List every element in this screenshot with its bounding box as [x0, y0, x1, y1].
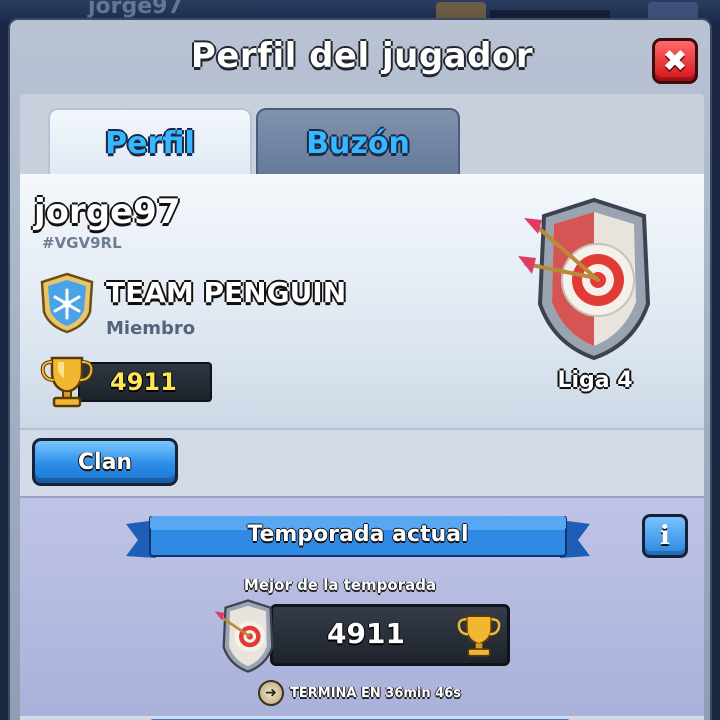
archery-target-league-icon — [214, 599, 274, 673]
clan-name: TEAM PENGUIN — [106, 276, 347, 309]
trophy-count: 4911 — [110, 368, 177, 396]
info-button[interactable]: i — [642, 514, 688, 558]
clock-icon: ➜ — [258, 680, 284, 706]
trophy-icon — [40, 356, 94, 408]
season-title: Temporada actual — [247, 522, 469, 547]
current-season-section: Temporada actual i Mejor de la temporada… — [20, 496, 704, 718]
next-section-edge — [20, 716, 704, 720]
tab-buzon[interactable]: Buzón — [256, 108, 460, 176]
dialog-content: Perfil Buzón jorge97 #VGV9RL TEAM PENGUI… — [20, 94, 704, 720]
profile-section: jorge97 #VGV9RL TEAM PENGUIN Miembro 491… — [20, 174, 704, 428]
player-tag: #VGV9RL — [42, 234, 122, 252]
player-profile-dialog: Perfil del jugador ✖ Perfil Buzón jorge9… — [8, 18, 712, 720]
background-player-name: jorge97 — [88, 0, 183, 19]
clan-role: Miembro — [106, 318, 196, 339]
player-name: jorge97 — [34, 192, 181, 232]
info-icon: i — [660, 521, 670, 551]
season-best-counter: 4911 — [270, 604, 510, 666]
close-button[interactable]: ✖ — [652, 38, 698, 84]
tab-perfil[interactable]: Perfil — [48, 108, 252, 176]
trophy-counter: 4911 — [78, 362, 212, 402]
snowflake-badge-icon[interactable] — [40, 272, 94, 334]
dialog-title: Perfil del jugador — [190, 36, 534, 76]
season-best-label: Mejor de la temporada — [243, 576, 437, 594]
archery-target-league-icon[interactable] — [514, 194, 674, 364]
close-icon: ✖ — [662, 43, 688, 79]
season-best-trophies: 4911 — [327, 617, 405, 650]
league-label: Liga 4 — [557, 368, 633, 393]
clan-button[interactable]: Clan — [32, 438, 178, 486]
season-timer: ➜ TERMINA EN 36min 46s — [258, 678, 461, 708]
clan-row: Clan — [20, 428, 704, 496]
season-timer-text: TERMINA EN 36min 46s — [290, 685, 461, 701]
trophy-icon — [457, 614, 501, 657]
